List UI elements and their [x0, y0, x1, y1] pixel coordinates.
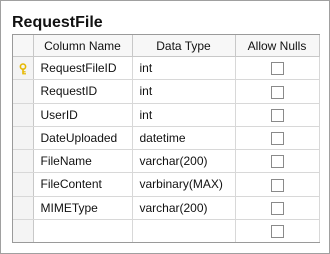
row-selector[interactable] [13, 79, 34, 104]
row-selector[interactable] [13, 103, 34, 127]
key-icon [19, 63, 27, 75]
columns-grid: Column Name Data Type Allow Nulls Reques… [12, 34, 320, 243]
table-row[interactable]: DateUploaded datetime [13, 126, 320, 151]
row-selector[interactable] [13, 219, 34, 242]
allow-nulls-checkbox[interactable] [270, 85, 284, 99]
data-type-cell[interactable]: varbinary(MAX) [132, 172, 236, 197]
title-bar: RequestFile [1, 1, 329, 31]
column-name-cell[interactable]: FileContent [33, 172, 133, 197]
header-row: Column Name Data Type Allow Nulls [13, 35, 320, 57]
data-type-cell[interactable]: int [132, 79, 236, 104]
table-row[interactable]: RequestFileID int [13, 56, 320, 81]
column-name-cell[interactable]: RequestID [33, 79, 133, 104]
columns-table: Column Name Data Type Allow Nulls Reques… [13, 35, 320, 242]
column-name-header[interactable]: Column Name [33, 35, 133, 57]
allow-nulls-checkbox[interactable] [270, 62, 284, 76]
allow-nulls-cell [235, 172, 320, 197]
allow-nulls-checkbox[interactable] [270, 155, 284, 169]
allow-nulls-checkbox[interactable] [270, 108, 284, 122]
table-designer-window: RequestFile Column Name Data Type Allow … [0, 0, 330, 254]
data-type-cell[interactable]: datetime [132, 126, 236, 151]
allow-nulls-cell [235, 79, 320, 104]
allow-nulls-cell [235, 219, 320, 242]
allow-nulls-cell [235, 56, 320, 81]
table-row[interactable]: UserID int [13, 103, 320, 127]
data-type-cell[interactable]: int [132, 103, 236, 127]
column-name-cell[interactable]: UserID [33, 103, 133, 127]
data-type-cell[interactable]: varchar(200) [132, 196, 236, 220]
data-type-cell[interactable] [132, 219, 236, 242]
data-type-header[interactable]: Data Type [132, 35, 236, 57]
allow-nulls-cell [235, 196, 320, 220]
table-title: RequestFile [12, 14, 103, 31]
column-name-cell[interactable]: FileName [33, 149, 133, 174]
allow-nulls-checkbox[interactable] [270, 178, 284, 192]
allow-nulls-checkbox[interactable] [270, 225, 284, 239]
allow-nulls-checkbox[interactable] [270, 201, 284, 215]
table-row[interactable]: FileName varchar(200) [13, 149, 320, 174]
table-row[interactable]: RequestID int [13, 79, 320, 104]
row-selector[interactable] [13, 56, 34, 81]
column-name-cell[interactable]: MIMEType [33, 196, 133, 220]
new-column-row[interactable] [13, 219, 320, 242]
allow-nulls-cell [235, 103, 320, 127]
allow-nulls-checkbox[interactable] [270, 132, 284, 146]
column-name-cell[interactable]: RequestFileID [33, 56, 133, 81]
allow-nulls-cell [235, 149, 320, 174]
row-selector[interactable] [13, 126, 34, 151]
row-selector[interactable] [13, 196, 34, 220]
allow-nulls-header[interactable]: Allow Nulls [235, 35, 320, 57]
row-selector-header [13, 35, 34, 57]
data-type-cell[interactable]: varchar(200) [132, 149, 236, 174]
data-type-cell[interactable]: int [132, 56, 236, 81]
column-name-cell[interactable] [33, 219, 133, 242]
table-row[interactable]: MIMEType varchar(200) [13, 196, 320, 220]
row-selector[interactable] [13, 149, 34, 174]
row-selector[interactable] [13, 172, 34, 197]
table-row[interactable]: FileContent varbinary(MAX) [13, 172, 320, 197]
allow-nulls-cell [235, 126, 320, 151]
column-name-cell[interactable]: DateUploaded [33, 126, 133, 151]
